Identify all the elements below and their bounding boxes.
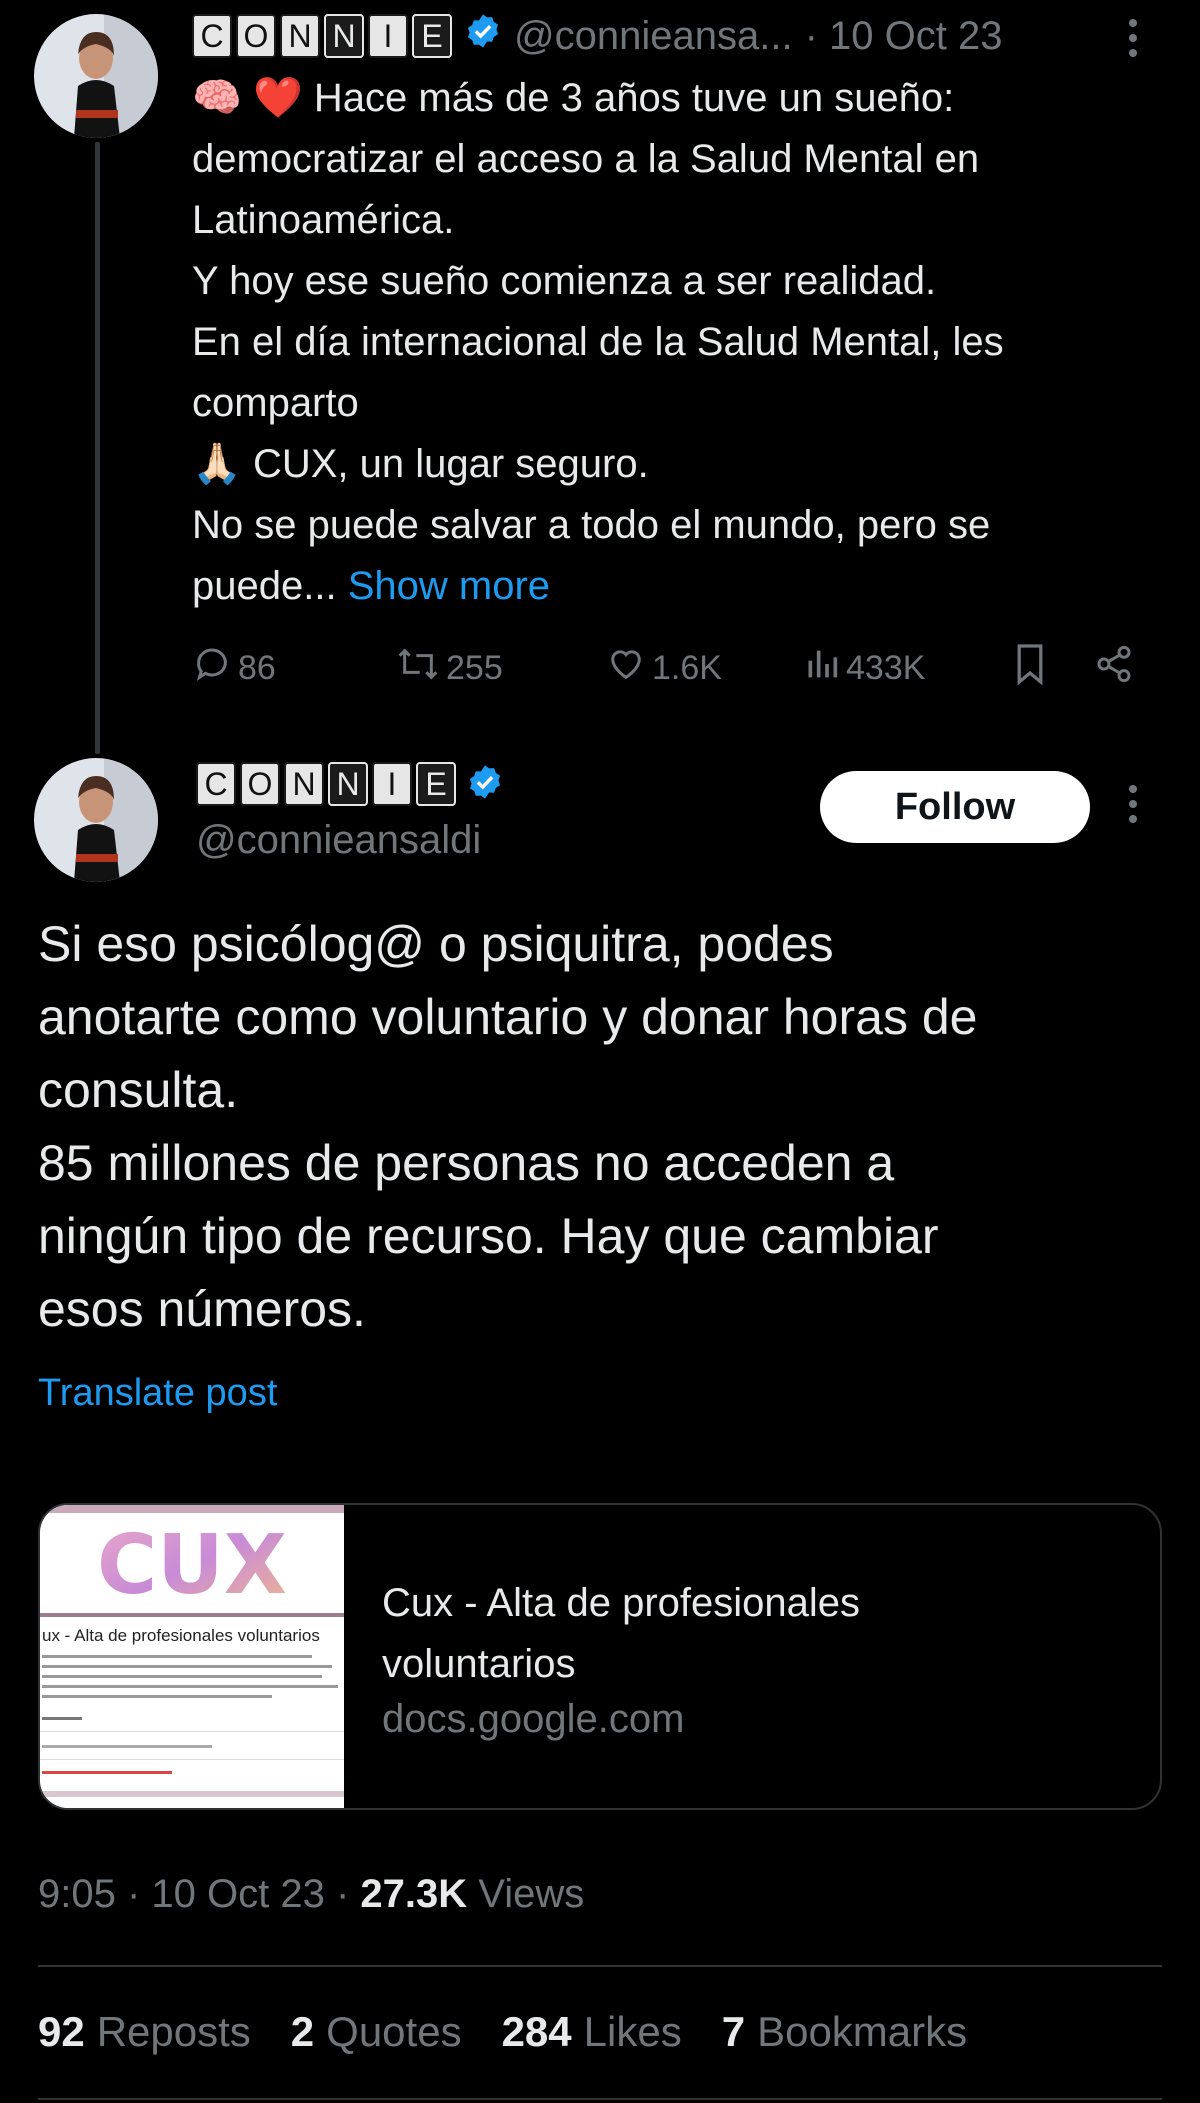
parent-avatar[interactable] [34,14,158,138]
card-thumbnail: CUX ux - Alta de profesionales voluntari… [40,1505,344,1808]
bookmarks-stat[interactable]: 7 Bookmarks [722,2008,967,2056]
cux-logo: CUX [97,1518,287,1613]
divider [38,2098,1162,2100]
like-button[interactable]: 1.6K [606,640,722,696]
thumb-heading: ux - Alta de profesionales voluntarios [42,1626,320,1645]
heart-emoji: ❤️ [252,76,303,120]
repost-button[interactable]: 255 [396,640,503,696]
card-domain: docs.google.com [382,1697,685,1741]
parent-action-bar: 86 255 1.6K 433K [192,640,1152,696]
parent-display-name[interactable]: C O N N I E [192,14,452,58]
bookmark-icon [1012,642,1048,695]
verified-badge-icon[interactable] [464,12,502,60]
main-handle[interactable]: @connieansaldi [196,818,481,863]
show-more-link[interactable]: Show more [348,564,550,608]
main-tweet-text: Si eso psicólog@ o psiquitra, podes anot… [38,916,978,1337]
views-button[interactable]: 433K [804,640,925,696]
card-title: Cux - Alta de profesionales voluntarios [382,1581,861,1686]
share-button[interactable] [1094,640,1134,696]
link-preview-card[interactable]: CUX ux - Alta de profesionales voluntari… [38,1503,1162,1810]
parent-date[interactable]: · 10 Oct 23 [805,14,1003,59]
likes-stat[interactable]: 284 Likes [502,2008,682,2056]
more-options-icon[interactable] [1128,784,1138,829]
repost-icon [396,644,440,693]
views-count: 27.3K [360,1872,468,1916]
parent-handle[interactable]: @connieansa... [514,14,793,59]
folded-hands-emoji: 🙏🏻 [192,442,242,486]
translate-post-link[interactable]: Translate post [38,1372,277,1415]
reply-icon [192,644,232,693]
quotes-stat[interactable]: 2 Quotes [291,2008,462,2056]
reposts-stat[interactable]: 92 Reposts [38,2008,251,2056]
analytics-icon [804,644,840,693]
verified-badge-icon[interactable] [466,763,504,806]
more-options-icon[interactable] [1128,18,1138,63]
share-icon [1094,644,1134,693]
parent-tweet-text: 🧠 ❤️ Hace más de 3 años tuve un sueño: d… [192,76,1004,608]
bookmark-button[interactable] [1012,640,1048,696]
thread-line [95,142,100,754]
heart-icon [606,644,646,693]
main-avatar[interactable] [34,758,158,882]
divider [38,1965,1162,1967]
parent-header: C O N N I E @connieansa... · 10 Oct 23 [192,10,1002,62]
main-display-name[interactable]: C O N N I E [196,762,504,806]
follow-button[interactable]: Follow [820,771,1090,843]
reply-button[interactable]: 86 [192,640,276,696]
engagement-stats: 92 Reposts 2 Quotes 284 Likes 7 Bookmarks [38,2008,967,2056]
post-timestamp: 9:05 · 10 Oct 23 · 27.3K Views [38,1872,585,1916]
brain-emoji: 🧠 [192,76,242,120]
